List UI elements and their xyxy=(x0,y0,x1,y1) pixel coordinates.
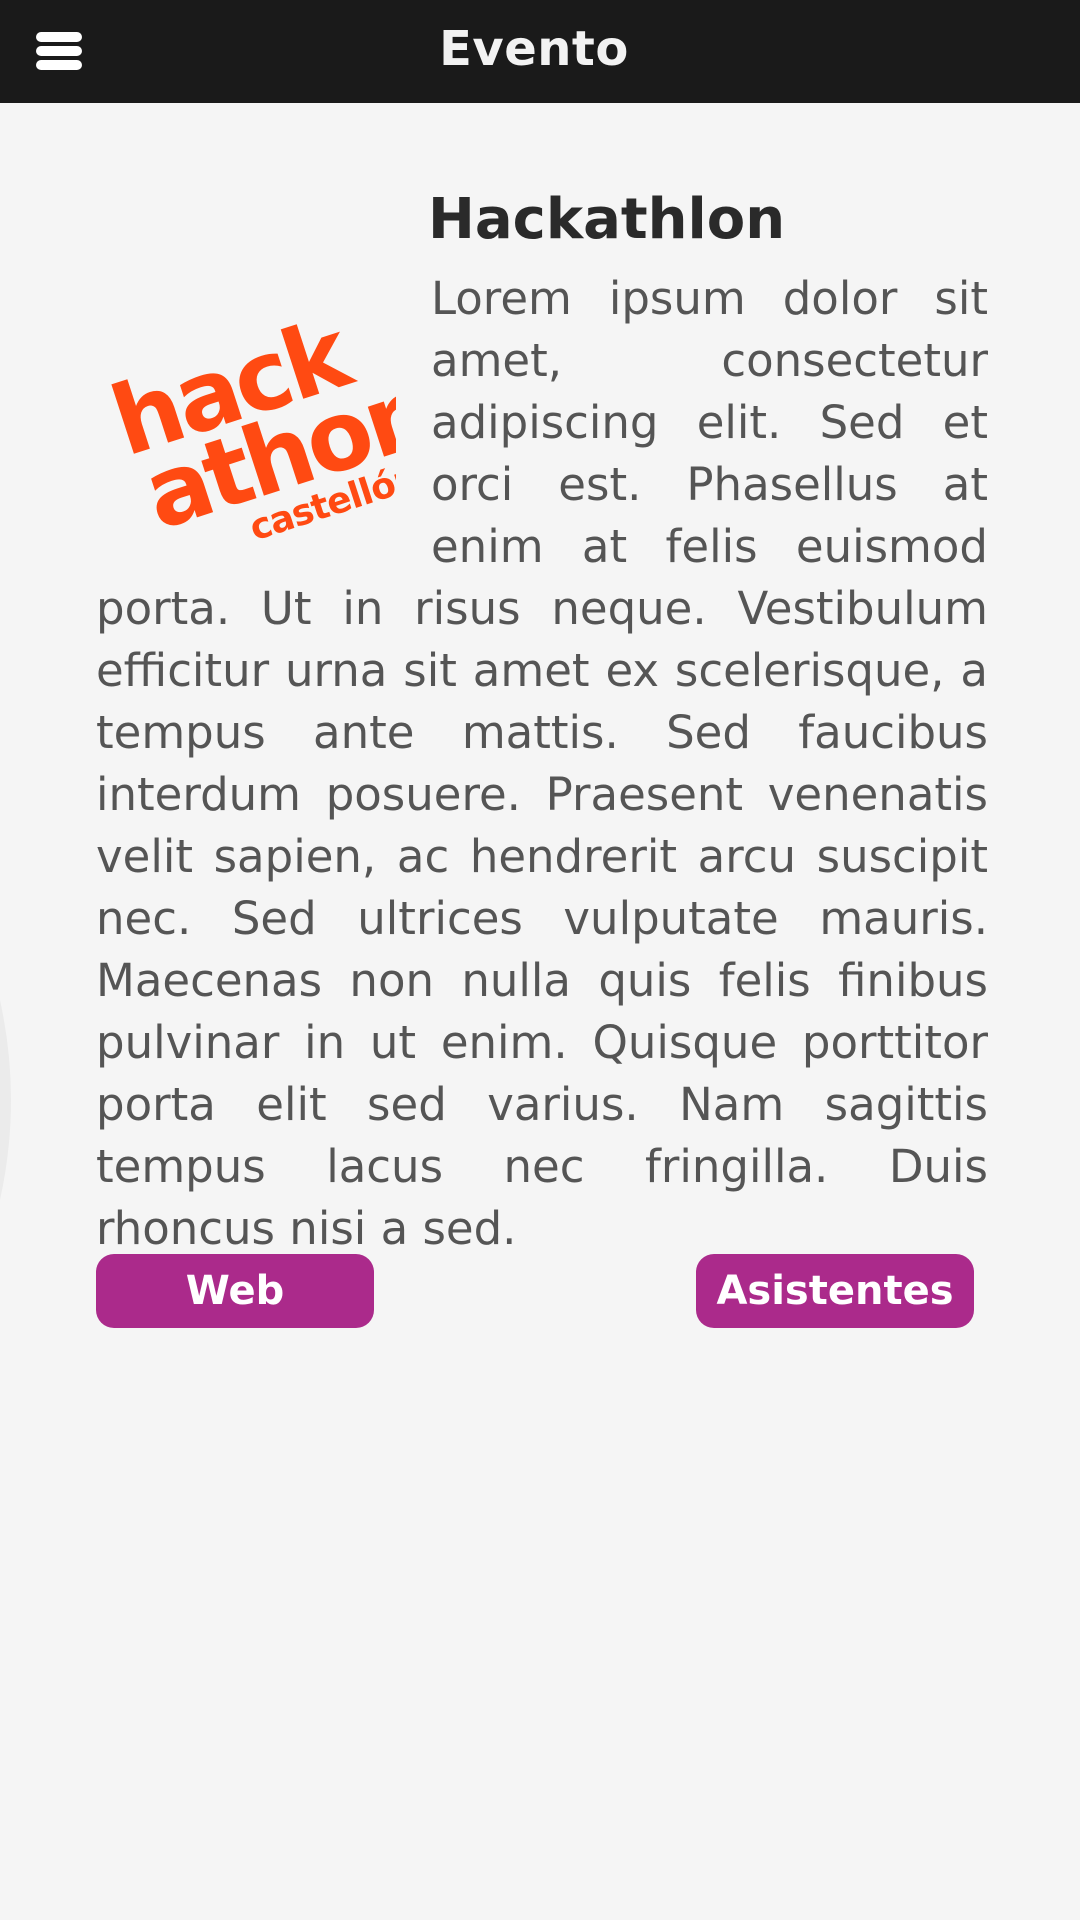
event-description: Lorem ipsum dolor sit amet, consectetur … xyxy=(96,268,988,1260)
page-title: Evento xyxy=(439,21,629,77)
top-app-bar: Evento xyxy=(0,0,1080,103)
background-decoration xyxy=(0,1000,11,1200)
asistentes-button[interactable]: Asistentes xyxy=(696,1254,974,1328)
logo-spacer xyxy=(96,268,431,578)
event-title: Hackathlon xyxy=(428,187,786,252)
web-button[interactable]: Web xyxy=(96,1254,374,1328)
